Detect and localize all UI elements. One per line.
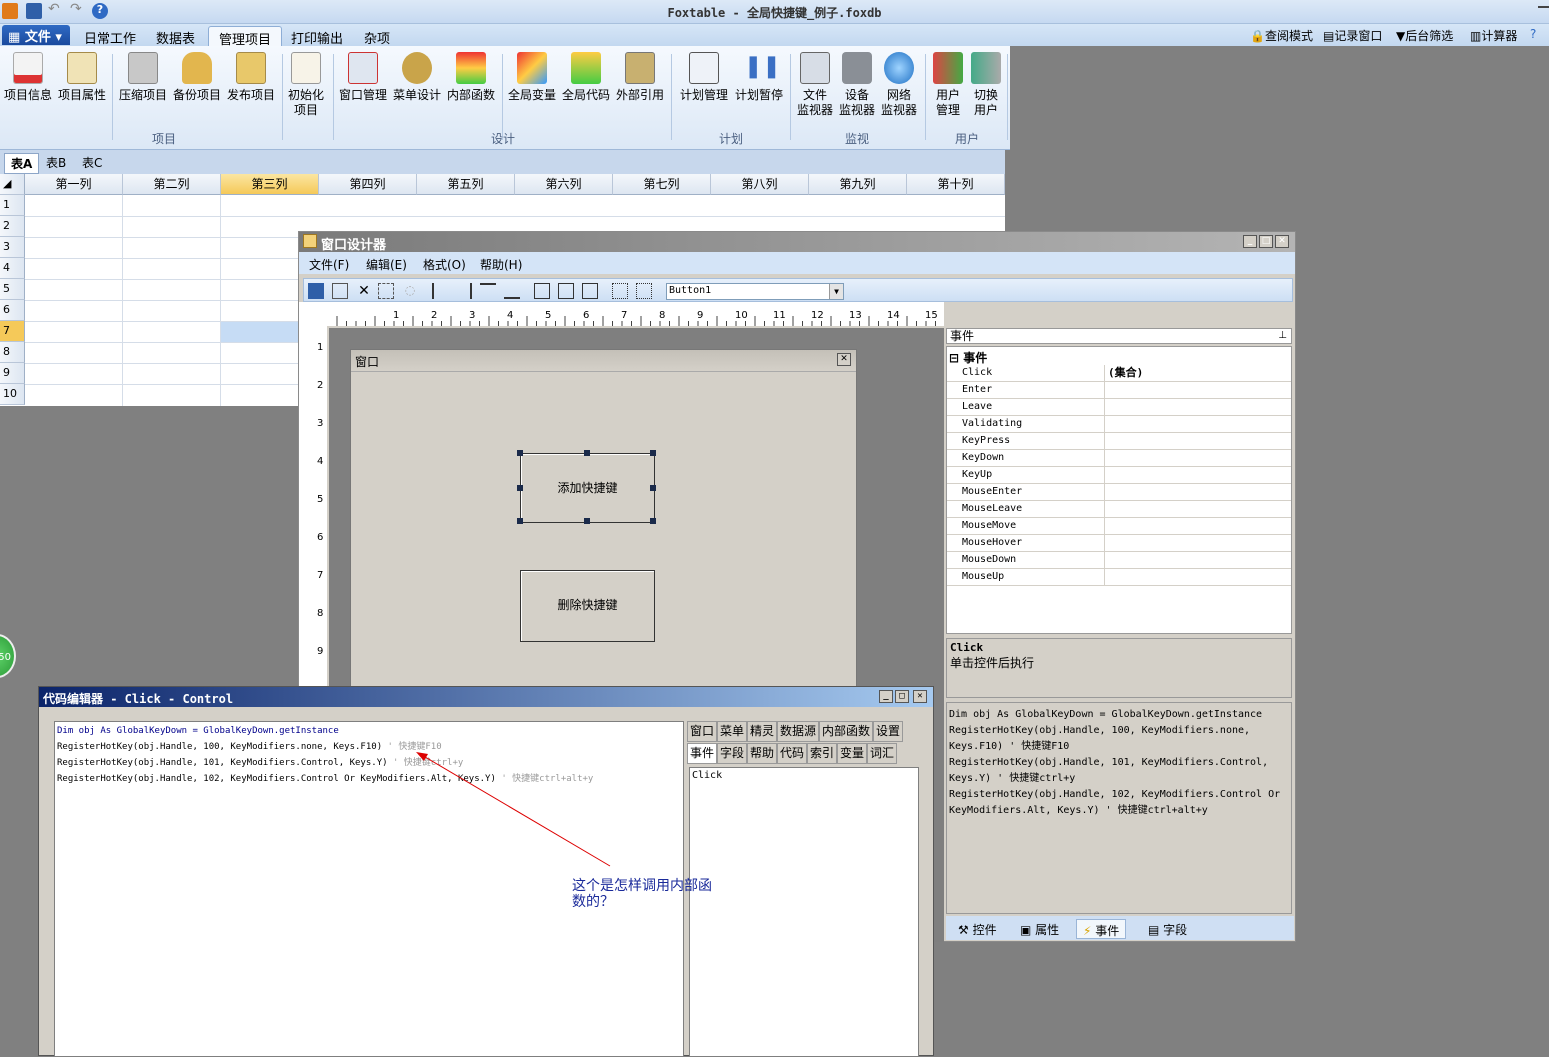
annotation-arrow [416, 752, 611, 867]
annotation-text: 这个是怎样调用内部函 数的？ [572, 878, 712, 910]
